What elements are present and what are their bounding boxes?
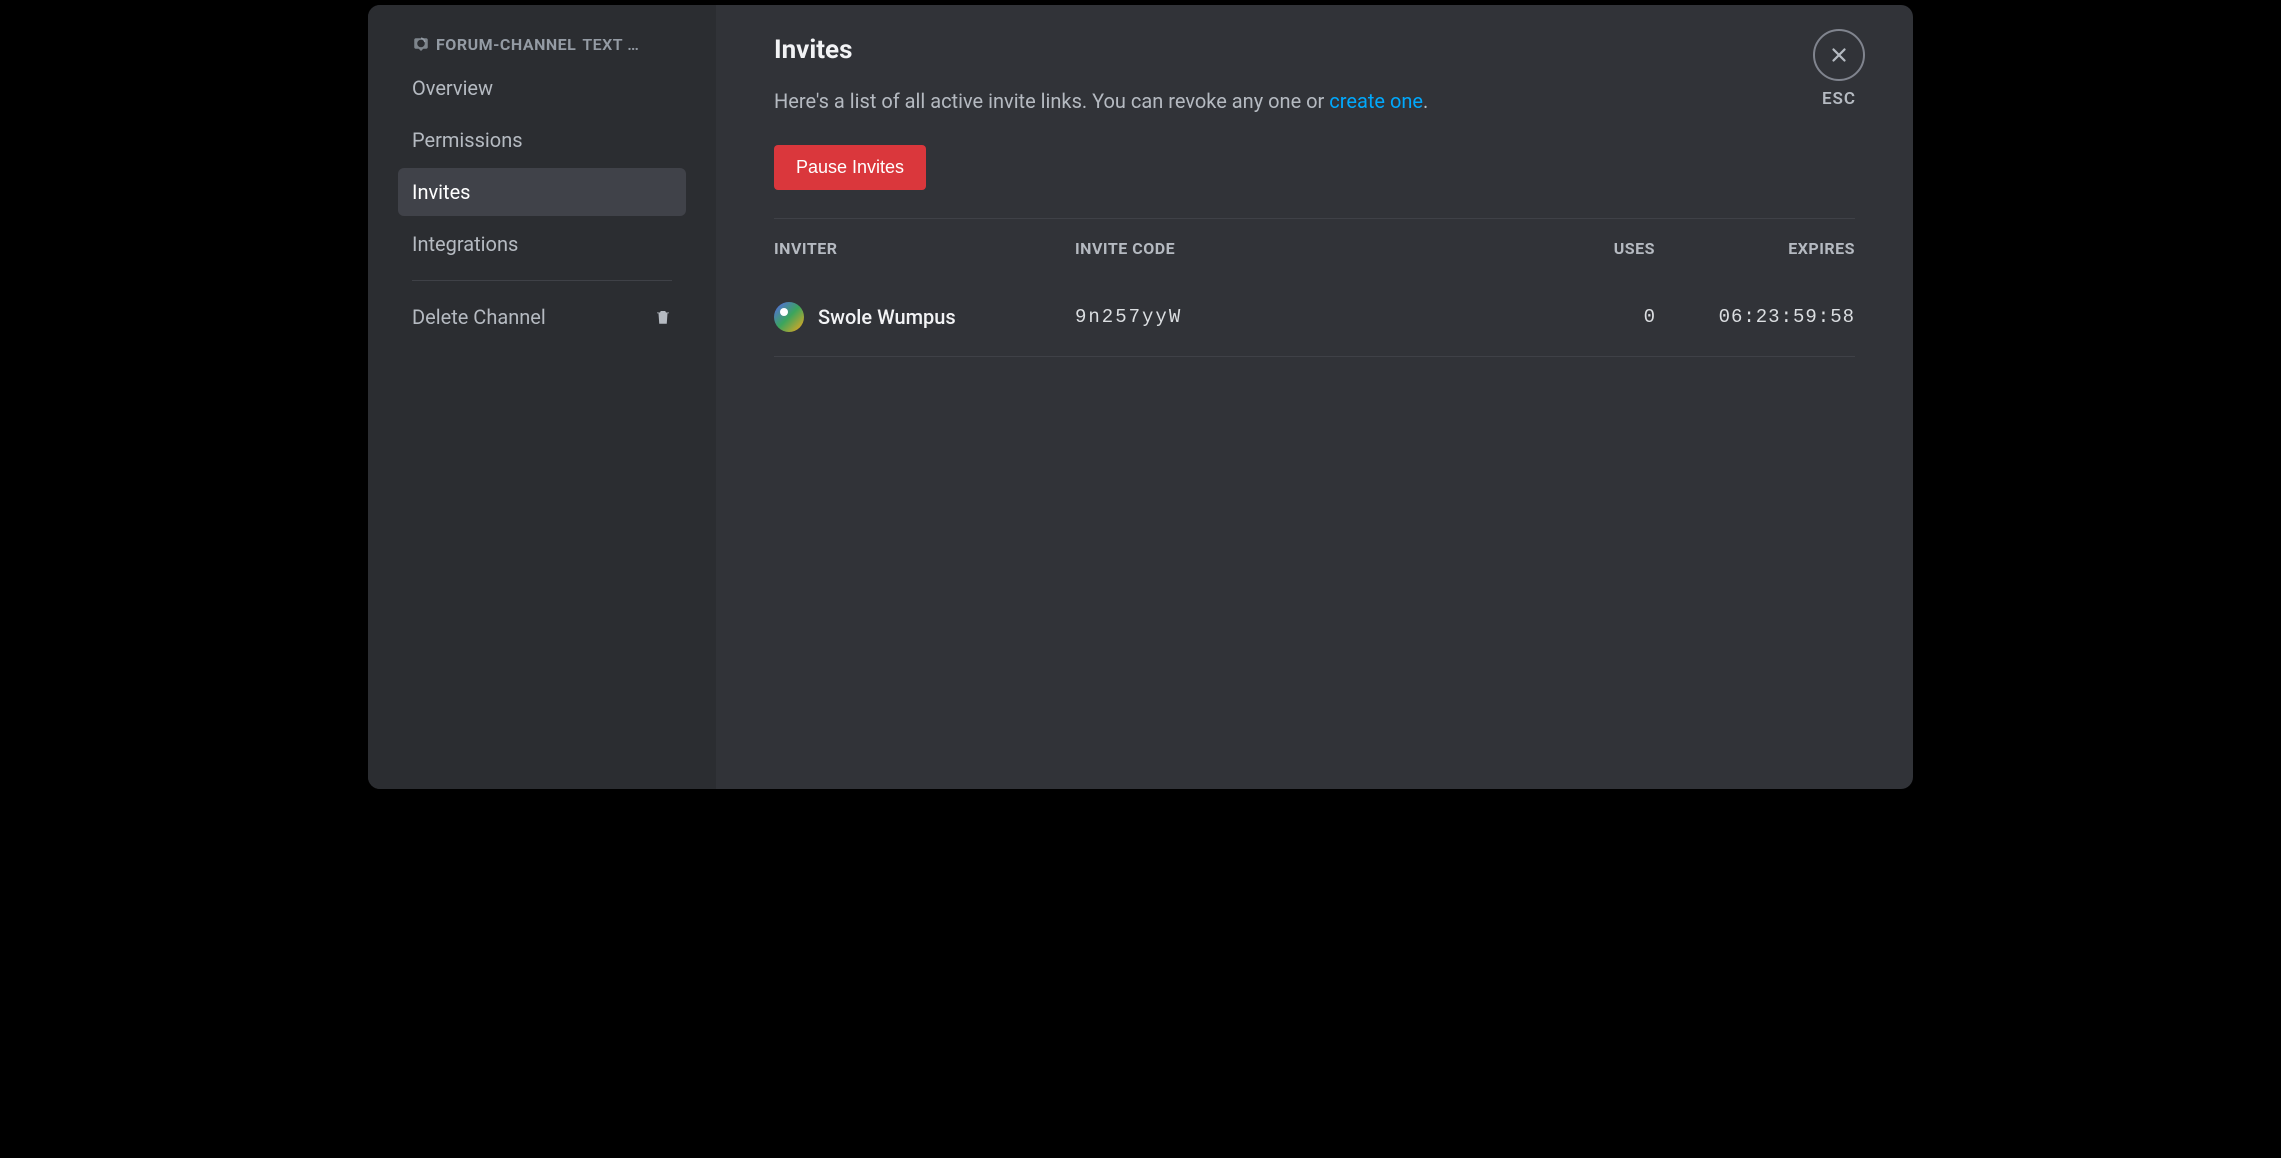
- description-suffix: .: [1423, 89, 1428, 113]
- table-header: INVITER INVITE CODE USES EXPIRES: [774, 219, 1855, 278]
- sidebar-divider: [412, 280, 672, 281]
- col-header-code: INVITE CODE: [1075, 239, 1495, 258]
- sidebar-item-label: Delete Channel: [412, 305, 546, 329]
- col-header-inviter: INVITER: [774, 239, 1075, 258]
- inviter-name: Swole Wumpus: [818, 305, 956, 329]
- inviter-cell: Swole Wumpus: [774, 302, 1075, 332]
- trash-icon: [654, 308, 672, 326]
- sidebar-item-label: Integrations: [412, 232, 518, 256]
- col-header-expires: EXPIRES: [1655, 239, 1855, 258]
- sidebar-item-invites[interactable]: Invites: [398, 168, 686, 216]
- sidebar-item-label: Invites: [412, 180, 471, 204]
- main-content: Invites Here's a list of all active invi…: [716, 5, 1913, 789]
- invites-table: INVITER INVITE CODE USES EXPIRES Swole W…: [774, 219, 1855, 357]
- invite-expires: 06:23:59:58: [1655, 306, 1855, 328]
- sidebar-item-integrations[interactable]: Integrations: [398, 220, 686, 268]
- channel-suffix: TEXT …: [582, 35, 639, 54]
- esc-label: ESC: [1822, 89, 1856, 109]
- table-row[interactable]: Swole Wumpus 9n257yyW 0 06:23:59:58: [774, 278, 1855, 357]
- settings-sidebar: FORUM-CHANNEL TEXT … Overview Permission…: [368, 5, 716, 789]
- invite-code: 9n257yyW: [1075, 306, 1495, 328]
- create-invite-link[interactable]: create one: [1329, 89, 1423, 113]
- sidebar-item-label: Permissions: [412, 128, 523, 152]
- invite-uses: 0: [1495, 306, 1655, 328]
- sidebar-item-permissions[interactable]: Permissions: [398, 116, 686, 164]
- page-title: Invites: [774, 35, 1855, 65]
- close-widget: ESC: [1813, 29, 1865, 109]
- settings-modal: FORUM-CHANNEL TEXT … Overview Permission…: [368, 5, 1913, 789]
- sidebar-item-overview[interactable]: Overview: [398, 64, 686, 112]
- description-prefix: Here's a list of all active invite links…: [774, 89, 1329, 113]
- sidebar-item-delete-channel[interactable]: Delete Channel: [398, 293, 686, 341]
- channel-name: FORUM-CHANNEL: [436, 35, 576, 54]
- sidebar-item-label: Overview: [412, 76, 493, 100]
- description-text: Here's a list of all active invite links…: [774, 89, 1855, 113]
- pause-invites-button[interactable]: Pause Invites: [774, 145, 926, 190]
- forum-icon: [412, 36, 430, 54]
- col-header-uses: USES: [1495, 239, 1655, 258]
- avatar: [774, 302, 804, 332]
- sidebar-channel-header: FORUM-CHANNEL TEXT …: [398, 35, 686, 64]
- close-icon: [1828, 44, 1850, 66]
- close-button[interactable]: [1813, 29, 1865, 81]
